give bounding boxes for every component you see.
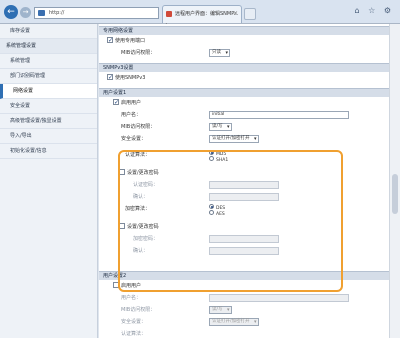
section-snmpv3: SNMPv3设置 bbox=[99, 63, 389, 72]
username2-row: 用户名： bbox=[99, 292, 389, 304]
enable-user-label: 启用用户 bbox=[121, 100, 142, 106]
page-scrollbar[interactable] bbox=[389, 24, 400, 338]
mib-permission-label: MIB访问权限： bbox=[121, 124, 156, 130]
username-label: 用户名： bbox=[121, 112, 142, 118]
sidebar-item-security[interactable]: 安全设置 bbox=[0, 99, 97, 114]
settings-sidebar: 库存设置 系统管理设置 系统管理 部门识别码管理 网络设置 安全设置 高级管理设… bbox=[0, 24, 98, 338]
username-row: 用户名： initial bbox=[99, 109, 389, 121]
snmp-settings-panel: 专用网络设置 使用专用端口 MIB访问权限： 只读 SNMPv3设置 使用SNM… bbox=[99, 24, 389, 338]
sidebar-item-network[interactable]: 网络设置 bbox=[0, 84, 97, 99]
section-user-1: 用户设置1 bbox=[99, 88, 389, 97]
sidebar-item-system[interactable]: 系统管理 bbox=[0, 54, 97, 69]
security2-select[interactable]: 认证打开/加密打开 bbox=[209, 318, 259, 326]
security2-label: 安全设置： bbox=[121, 319, 147, 325]
enable-user-checkbox[interactable] bbox=[113, 97, 119, 109]
use-dedicated-port-label: 使用专用端口 bbox=[115, 38, 146, 44]
security2-row: 安全设置： 认证打开/加密打开 bbox=[99, 316, 389, 328]
forward-arrow-icon[interactable]: → bbox=[20, 7, 31, 18]
security-label: 安全设置： bbox=[121, 136, 147, 142]
use-dedicated-port-checkbox[interactable] bbox=[107, 35, 113, 47]
mib-access-select[interactable]: 只读 bbox=[209, 49, 230, 57]
mib-access-row: MIB访问权限： 只读 bbox=[99, 47, 389, 59]
sidebar-item-advanced[interactable]: 高级管理设置/独显设置 bbox=[0, 114, 97, 129]
address-bar[interactable]: http:// ⍴ ▾ C bbox=[34, 7, 169, 36]
mib-permission-row: MIB访问权限： 读/写 bbox=[99, 121, 389, 133]
username2-label: 用户名： bbox=[121, 295, 142, 301]
security-row: 安全设置： 认证打开/加密打开 bbox=[99, 133, 389, 145]
use-snmpv3-checkbox[interactable] bbox=[107, 72, 113, 84]
section-dedicated-network: 专用网络设置 bbox=[99, 26, 389, 35]
username-input[interactable]: initial bbox=[209, 111, 349, 119]
mib-permission2-label: MIB访问权限： bbox=[121, 307, 156, 313]
tab-close-icon[interactable]: × bbox=[233, 6, 238, 22]
tab-favicon-icon bbox=[166, 11, 172, 17]
address-url: http:// bbox=[49, 10, 65, 16]
back-arrow-icon[interactable]: ← bbox=[4, 5, 18, 19]
sidebar-header-management: 系统管理设置 bbox=[0, 39, 97, 54]
sidebar-item-storage[interactable]: 库存设置 bbox=[0, 24, 97, 39]
browser-toolbar: ← → http:// ⍴ ▾ C 远程用户界面：编辑SNMP... × ⌂ ☆… bbox=[0, 0, 400, 36]
mib-permission2-select[interactable]: 读/写 bbox=[209, 306, 232, 314]
auth-algorithm2-label: 认证算法： bbox=[121, 331, 147, 337]
sidebar-item-initialize[interactable]: 初始化设置/信息 bbox=[0, 144, 97, 159]
sidebar-item-import-export[interactable]: 导入/导出 bbox=[0, 129, 97, 144]
mib-permission-select[interactable]: 读/写 bbox=[209, 123, 232, 131]
use-snmpv3-row: 使用SNMPv3 bbox=[99, 72, 389, 84]
page-favicon-icon bbox=[38, 10, 45, 16]
home-favorites-settings-icons[interactable]: ⌂ ☆ ⚙ bbox=[354, 6, 394, 15]
new-tab-button[interactable] bbox=[244, 8, 256, 20]
enable-user-row: 启用用户 bbox=[99, 97, 389, 109]
mib-access-label: MIB访问权限： bbox=[121, 50, 156, 56]
security-select[interactable]: 认证打开/加密打开 bbox=[209, 135, 259, 143]
highlight-frame bbox=[118, 150, 343, 292]
use-dedicated-port-row: 使用专用端口 bbox=[99, 35, 389, 47]
sidebar-item-dept-id[interactable]: 部门识别码管理 bbox=[0, 69, 97, 84]
mib-permission2-row: MIB访问权限： 读/写 bbox=[99, 304, 389, 316]
use-snmpv3-label: 使用SNMPv3 bbox=[115, 75, 146, 81]
auth-algorithm2-row: 认证算法： bbox=[99, 328, 389, 338]
tab-title: 远程用户界面：编辑SNMP... bbox=[175, 11, 239, 17]
browser-tab[interactable]: 远程用户界面：编辑SNMP... × bbox=[162, 5, 242, 23]
username2-input[interactable] bbox=[209, 294, 349, 302]
scroll-thumb[interactable] bbox=[392, 174, 398, 214]
